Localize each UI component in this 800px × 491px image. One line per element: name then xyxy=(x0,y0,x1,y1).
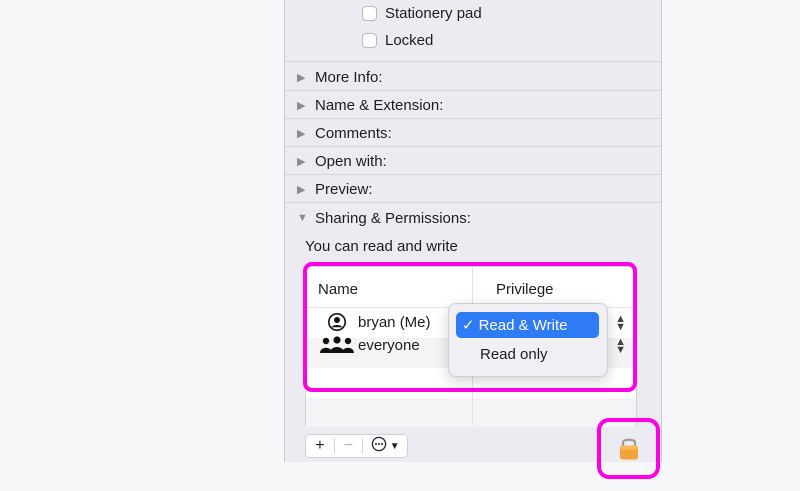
section-preview[interactable]: ▶ Preview: xyxy=(297,177,373,201)
section-comments-label: Comments: xyxy=(315,124,392,142)
section-comments[interactable]: ▶ Comments: xyxy=(297,121,392,145)
section-sharing-permissions-label: Sharing & Permissions: xyxy=(315,209,471,227)
ellipsis-circle-icon xyxy=(371,436,387,457)
section-name-extension[interactable]: ▶ Name & Extension: xyxy=(297,93,443,117)
section-name-extension-label: Name & Extension: xyxy=(315,96,444,114)
separator xyxy=(285,90,661,91)
stationery-pad-label: Stationery pad xyxy=(385,4,482,22)
chevron-right-icon: ▶ xyxy=(297,99,306,112)
stationery-pad-checkbox[interactable] xyxy=(362,5,377,21)
section-preview-label: Preview: xyxy=(315,180,373,198)
separator xyxy=(285,146,661,147)
info-panel: Stationery pad Locked ▶ More Info: ▶ Nam… xyxy=(284,0,662,462)
separator xyxy=(285,61,661,62)
permissions-note: You can read and write xyxy=(305,238,458,255)
add-user-button[interactable]: + xyxy=(306,435,334,457)
locked-checkbox[interactable] xyxy=(362,32,377,48)
separator xyxy=(285,118,661,119)
table-row[interactable] xyxy=(306,398,636,427)
section-open-with[interactable]: ▶ Open with: xyxy=(297,149,387,173)
locked-label: Locked xyxy=(385,31,434,49)
chevron-down-icon: ▼ xyxy=(389,440,400,452)
remove-user-button[interactable]: − xyxy=(335,435,363,457)
locked-checkbox-row[interactable]: Locked xyxy=(362,30,433,50)
highlight-permissions-box xyxy=(303,262,637,392)
chevron-right-icon: ▶ xyxy=(297,127,306,140)
section-more-info-label: More Info: xyxy=(315,68,383,86)
permissions-toolbar: + − ▼ xyxy=(305,434,408,458)
section-sharing-permissions[interactable]: ▼ Sharing & Permissions: xyxy=(297,206,471,230)
separator xyxy=(285,202,661,203)
chevron-down-icon: ▼ xyxy=(297,212,308,224)
chevron-right-icon: ▶ xyxy=(297,183,306,196)
chevron-right-icon: ▶ xyxy=(297,155,306,168)
section-more-info[interactable]: ▶ More Info: xyxy=(297,65,383,89)
more-actions-button[interactable]: ▼ xyxy=(363,435,407,457)
chevron-right-icon: ▶ xyxy=(297,71,306,84)
section-open-with-label: Open with: xyxy=(315,152,387,170)
stationery-pad-checkbox-row[interactable]: Stationery pad xyxy=(362,3,482,23)
highlight-lock-box xyxy=(597,418,660,479)
separator xyxy=(285,174,661,175)
